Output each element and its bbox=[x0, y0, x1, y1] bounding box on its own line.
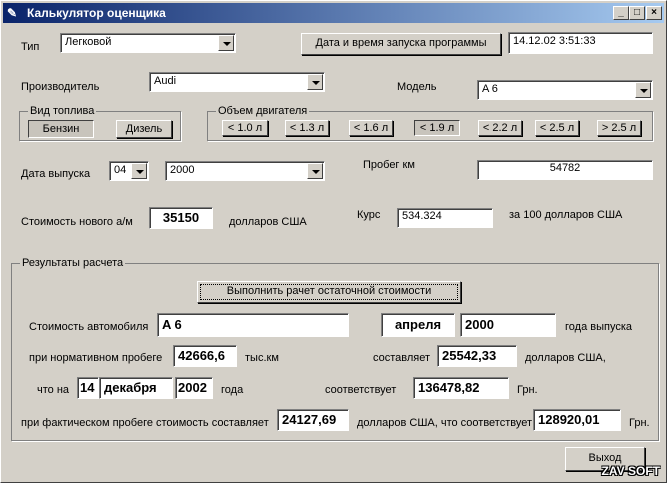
release-month-select[interactable]: 04 bbox=[109, 161, 149, 181]
rate-label: Курс bbox=[357, 209, 381, 221]
actual-usd-field: 24127,69 bbox=[277, 409, 349, 431]
fuel-option-petrol[interactable]: Бензин bbox=[28, 120, 94, 138]
usd-value-field: 25542,33 bbox=[437, 345, 517, 367]
car-name-field: A 6 bbox=[157, 313, 349, 337]
app-icon: ✎ bbox=[7, 6, 18, 20]
chevron-down-icon[interactable] bbox=[307, 74, 323, 90]
year-suffix-label: года выпуска bbox=[565, 321, 632, 333]
model-select[interactable]: A 6 bbox=[477, 80, 653, 100]
main-window: ✎ Калькулятор оценщика _ □ × Тип Легково… bbox=[0, 0, 667, 483]
rate-unit: за 100 долларов США bbox=[509, 209, 623, 221]
chevron-down-icon[interactable] bbox=[635, 82, 651, 98]
window-title: Калькулятор оценщика bbox=[27, 6, 166, 20]
type-select[interactable]: Легковой bbox=[60, 33, 236, 53]
year-word-label: года bbox=[221, 384, 244, 396]
manufacturer-label: Производитель bbox=[21, 81, 100, 93]
new-cost-label: Стоимость нового а/м bbox=[21, 216, 133, 228]
equiv-label: соответствует bbox=[325, 384, 397, 396]
release-year-value: 2000 bbox=[170, 164, 195, 176]
actual-uah-field: 128920,01 bbox=[533, 409, 621, 431]
rate-field[interactable]: 534.324 bbox=[397, 208, 493, 228]
maximize-button[interactable]: □ bbox=[629, 6, 645, 20]
engine-option-2-5[interactable]: < 2.5 л bbox=[535, 120, 579, 136]
launch-time-button[interactable]: Дата и время запуска программы bbox=[301, 33, 501, 55]
minimize-button[interactable]: _ bbox=[613, 6, 629, 20]
actual-mid-label: долларов США, что соответствует bbox=[357, 417, 533, 429]
engine-option-1-3[interactable]: < 1.3 л bbox=[285, 120, 329, 136]
manufacturer-select[interactable]: Audi bbox=[149, 72, 325, 92]
mileage-field[interactable]: 54782 bbox=[477, 160, 653, 180]
model-label: Модель bbox=[397, 81, 437, 93]
engine-option-over-2-5[interactable]: > 2.5 л bbox=[597, 120, 641, 136]
title-bar: ✎ Калькулятор оценщика _ □ × bbox=[3, 3, 664, 23]
uah-unit-label: Грн. bbox=[517, 384, 538, 396]
car-cost-label: Стоимость автомобиля bbox=[29, 321, 149, 333]
close-button[interactable]: × bbox=[646, 6, 662, 20]
engine-option-2-2[interactable]: < 2.2 л bbox=[478, 120, 522, 136]
engine-group: Объем двигателя < 1.0 л < 1.3 л < 1.6 л … bbox=[207, 105, 653, 141]
mileage-label: Пробег км bbox=[363, 159, 415, 171]
engine-option-1-9[interactable]: < 1.9 л bbox=[414, 120, 460, 136]
results-group-title: Результаты расчета bbox=[20, 257, 126, 269]
type-value: Легковой bbox=[65, 36, 112, 48]
chevron-down-icon[interactable] bbox=[218, 35, 234, 51]
launch-time-field[interactable]: 14.12.02 3:51:33 bbox=[508, 32, 653, 54]
model-value: A 6 bbox=[482, 83, 498, 95]
amounts-label: составляет bbox=[373, 352, 431, 364]
manufacturer-value: Audi bbox=[154, 75, 177, 87]
norm-mileage-field: 42666,6 bbox=[173, 345, 237, 367]
norm-mileage-unit: тыс.км bbox=[245, 352, 279, 364]
current-year-field: 2002 bbox=[175, 377, 213, 399]
new-cost-unit: долларов США bbox=[229, 216, 307, 228]
new-cost-field[interactable]: 35150 bbox=[149, 207, 213, 229]
release-date-label: Дата выпуска bbox=[21, 168, 91, 180]
fuel-group: Вид топлива Бензин Дизель bbox=[19, 105, 181, 141]
release-month-word-field: апреля bbox=[381, 313, 455, 337]
actual-uah-unit: Грн. bbox=[629, 417, 650, 429]
engine-group-title: Объем двигателя bbox=[216, 105, 310, 117]
engine-option-1-6[interactable]: < 1.6 л bbox=[349, 120, 393, 136]
type-label: Тип bbox=[21, 41, 40, 53]
current-month-field: декабря bbox=[99, 377, 173, 399]
current-day-field: 14 bbox=[77, 377, 99, 399]
fuel-option-diesel[interactable]: Дизель bbox=[116, 120, 172, 138]
calculate-button[interactable]: Выполнить рачет остаточной стоимости bbox=[197, 281, 461, 303]
engine-option-1-0[interactable]: < 1.0 л bbox=[222, 120, 268, 136]
actual-mileage-label: при фактическом пробеге стоимость состав… bbox=[21, 417, 269, 429]
on-date-label: что на bbox=[37, 384, 70, 396]
usd-unit-label: долларов США, bbox=[525, 352, 606, 364]
chevron-down-icon[interactable] bbox=[307, 163, 323, 179]
chevron-down-icon[interactable] bbox=[131, 163, 147, 179]
fuel-group-title: Вид топлива bbox=[28, 105, 97, 117]
release-month-value: 04 bbox=[114, 164, 127, 176]
uah-value-field: 136478,82 bbox=[413, 377, 509, 399]
norm-mileage-label: при нормативном пробеге bbox=[29, 352, 163, 364]
watermark: ZAV SOFT bbox=[601, 464, 660, 478]
release-year-select[interactable]: 2000 bbox=[165, 161, 325, 181]
release-year-field: 2000 bbox=[460, 313, 556, 337]
